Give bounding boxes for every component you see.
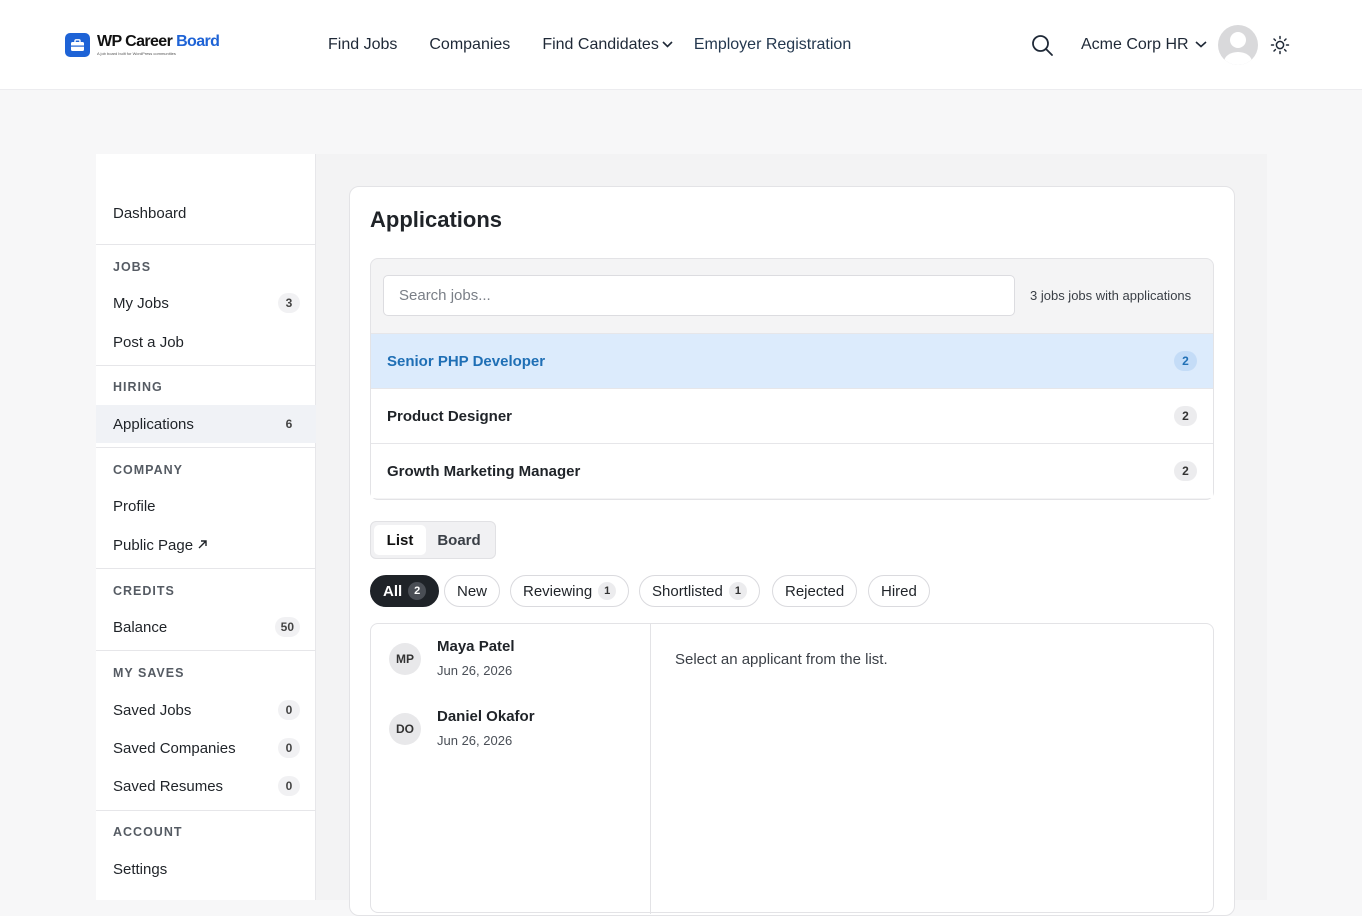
sidebar-item-dashboard[interactable]: Dashboard — [96, 194, 316, 232]
divider — [96, 244, 316, 245]
nav-companies[interactable]: Companies — [429, 35, 510, 55]
count-badge: 0 — [278, 700, 300, 720]
sidebar-item-my-jobs[interactable]: My Jobs 3 — [96, 284, 316, 322]
nav-find-candidates[interactable]: Find Candidates — [542, 35, 659, 55]
divider — [650, 624, 651, 914]
filter-chip-new[interactable]: New — [444, 575, 501, 607]
view-board-button[interactable]: Board — [426, 525, 492, 555]
site-header: WP Career Board A job board built for Wo… — [0, 0, 1362, 90]
sidebar-item-saved-resumes[interactable]: Saved Resumes 0 — [96, 767, 316, 805]
page-title: Applications — [370, 207, 503, 232]
sidebar-item-balance[interactable]: Balance 50 — [96, 608, 316, 646]
search-jobs-input[interactable] — [383, 275, 1015, 316]
job-row[interactable]: Senior PHP Developer 2 — [371, 333, 1213, 388]
avatar: DO — [389, 713, 421, 745]
sun-icon[interactable] — [1270, 35, 1290, 60]
applied-date: Jun 26, 2026 — [437, 663, 513, 678]
filter-chip-reviewing[interactable]: Reviewing 1 — [510, 575, 630, 607]
job-row[interactable]: Product Designer 2 — [371, 388, 1213, 443]
count-badge: 0 — [278, 738, 300, 758]
count-badge: 6 — [285, 417, 293, 431]
job-row[interactable]: Growth Marketing Manager 2 — [371, 443, 1213, 498]
view-toggle: List Board — [370, 521, 496, 559]
sidebar-item-post-a-job[interactable]: Post a Job — [96, 323, 316, 361]
dashboard-sidebar: Dashboard JOBS My Jobs 3 Post a Job HIRI… — [96, 154, 316, 900]
section-heading-credits: CREDITS — [113, 584, 175, 598]
sidebar-item-applications[interactable]: Applications 6 — [96, 405, 316, 443]
count-badge: 2 — [1174, 406, 1197, 426]
chevron-down-icon — [1194, 36, 1208, 54]
count-badge: 2 — [1174, 351, 1197, 371]
section-heading-hiring: HIRING — [113, 380, 163, 394]
logo-name: WP Career Board — [97, 33, 220, 50]
sidebar-item-settings[interactable]: Settings — [96, 850, 316, 888]
section-heading-my-saves: MY SAVES — [113, 666, 185, 680]
search-icon[interactable] — [1031, 34, 1054, 62]
applicant-list-item[interactable]: MP Maya Patel Jun 26, 2026 — [389, 638, 515, 678]
logo-tagline: A job board built for WordPress communit… — [97, 51, 176, 56]
filter-chip-all[interactable]: All 2 — [370, 575, 440, 607]
applicant-name: Daniel Okafor — [437, 708, 535, 725]
avatar[interactable] — [1218, 25, 1258, 65]
chevron-down-icon — [659, 36, 674, 54]
applicant-name: Maya Patel — [437, 638, 515, 655]
applicant-list-item[interactable]: DO Daniel Okafor Jun 26, 2026 — [389, 708, 535, 748]
count-badge: 3 — [278, 293, 300, 313]
count-badge: 1 — [728, 582, 747, 600]
job-title: Growth Marketing Manager — [387, 462, 581, 480]
user-name: Acme Corp HR — [1081, 36, 1189, 53]
count-badge: 50 — [274, 617, 300, 637]
count-badge: 0 — [278, 776, 300, 796]
briefcase-icon — [65, 33, 90, 57]
section-heading-company: COMPANY — [113, 463, 183, 477]
external-link-icon — [197, 537, 208, 554]
job-title: Product Designer — [387, 407, 513, 425]
filter-chip-rejected[interactable]: Rejected — [772, 575, 858, 607]
sidebar-item-saved-jobs[interactable]: Saved Jobs 0 — [96, 691, 316, 729]
filter-chip-hired[interactable]: Hired — [868, 575, 930, 607]
nav-find-jobs[interactable]: Find Jobs — [328, 35, 397, 55]
count-badge: 2 — [1174, 461, 1197, 481]
section-heading-jobs: JOBS — [113, 260, 152, 274]
sidebar-item-profile[interactable]: Profile — [96, 487, 316, 525]
divider — [96, 810, 316, 811]
count-badge: 1 — [598, 582, 617, 600]
divider — [96, 447, 316, 448]
job-title: Senior PHP Developer — [387, 352, 546, 370]
nav-find-candidates-dropdown[interactable]: Find Candidates — [542, 35, 674, 55]
divider — [96, 650, 316, 651]
avatar: MP — [389, 643, 421, 675]
user-menu[interactable]: Acme Corp HR — [1081, 35, 1208, 55]
main-nav: Find Jobs Companies Find Candidates Empl… — [328, 35, 851, 55]
applied-date: Jun 26, 2026 — [437, 733, 513, 748]
sidebar-item-public-page[interactable]: Public Page — [96, 526, 316, 564]
divider — [96, 568, 316, 569]
filter-chip-shortlisted[interactable]: Shortlisted 1 — [639, 575, 760, 607]
divider — [96, 365, 316, 366]
nav-employer-registration[interactable]: Employer Registration — [694, 35, 851, 55]
jobs-summary: 3 jobs jobs with applications — [1030, 288, 1192, 303]
applicant-detail-empty-state: Select an applicant from the list. — [675, 651, 888, 668]
count-badge: 2 — [408, 582, 427, 600]
section-heading-account: ACCOUNT — [113, 825, 183, 839]
sidebar-item-saved-companies[interactable]: Saved Companies 0 — [96, 729, 316, 767]
view-list-button[interactable]: List — [374, 525, 426, 555]
site-logo[interactable]: WP Career Board A job board built for Wo… — [65, 33, 220, 57]
